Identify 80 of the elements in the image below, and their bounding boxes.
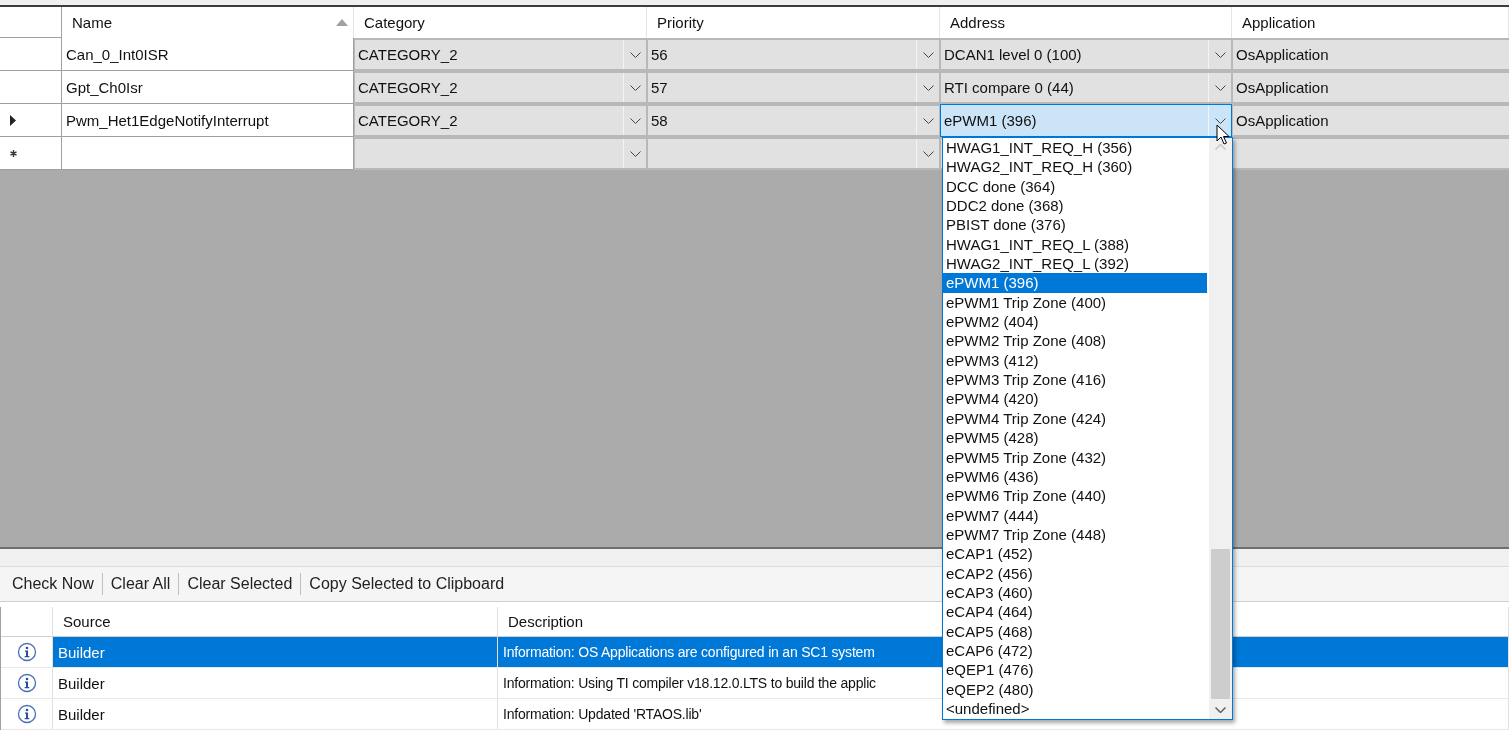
name-cell[interactable]: Can_0_Int0ISR — [62, 38, 354, 71]
caret-icon — [922, 51, 934, 58]
dropdown-option[interactable]: eCAP2 (456) — [943, 563, 1207, 583]
dropdown-option[interactable]: ePWM3 (412) — [943, 350, 1207, 371]
dropdown-option[interactable]: eQEP2 (480) — [943, 679, 1207, 699]
toolbar-button[interactable]: Check Now — [6, 572, 100, 596]
dropdown-option[interactable]: eCAP1 (452) — [943, 544, 1207, 564]
dropdown-option[interactable]: ePWM4 Trip Zone (424) — [943, 408, 1207, 429]
dropdown-option[interactable]: eCAP6 (472) — [943, 640, 1207, 661]
dropdown-option[interactable]: ePWM5 (428) — [943, 428, 1207, 448]
row-header[interactable] — [0, 71, 62, 104]
dropdown-option[interactable]: eCAP3 (460) — [943, 582, 1207, 603]
application-combo[interactable]: OsApplication — [1232, 71, 1509, 104]
address-combo[interactable]: RTI compare 0 (44) — [940, 71, 1232, 104]
info-icon — [16, 642, 37, 662]
name-cell[interactable]: Gpt_Ch0Isr — [62, 71, 354, 104]
current-row-icon — [10, 114, 16, 126]
dropdown-option[interactable]: HWAG2_INT_REQ_H (360) — [943, 157, 1207, 177]
source-cell: Builder — [53, 699, 498, 729]
caret-icon — [1214, 117, 1226, 124]
name-cell[interactable] — [62, 137, 354, 170]
asterisk-icon — [10, 149, 17, 157]
dropdown-option[interactable]: ePWM7 Trip Zone (448) — [943, 524, 1207, 545]
category-combo[interactable]: CATEGORY_2 — [354, 104, 647, 137]
scroll-up-icon[interactable] — [1215, 144, 1226, 150]
toolbar-button[interactable]: Clear All — [104, 572, 177, 596]
caret-icon — [922, 117, 934, 124]
scrollbar-thumb[interactable] — [1211, 549, 1230, 699]
dropdown-option[interactable]: ePWM6 Trip Zone (440) — [943, 486, 1207, 506]
toolbar-button[interactable]: Copy Selected to Clipboard — [303, 572, 511, 596]
dropdown-option[interactable]: DCC done (364) — [943, 176, 1207, 197]
dropdown-option[interactable]: ePWM1 (396) — [943, 273, 1207, 293]
dropdown-option[interactable]: ePWM2 (404) — [943, 312, 1207, 332]
caret-icon — [629, 150, 641, 157]
row-header[interactable] — [0, 104, 62, 137]
dropdown-option[interactable]: eCAP4 (464) — [943, 602, 1207, 622]
dropdown-option[interactable]: ePWM1 Trip Zone (400) — [943, 292, 1207, 313]
row-header[interactable] — [0, 38, 62, 71]
info-icon — [16, 673, 37, 693]
caret-icon — [629, 51, 641, 58]
source-cell: Builder — [53, 668, 498, 698]
dropdown-option[interactable]: HWAG1_INT_REQ_L (388) — [943, 234, 1207, 255]
caret-icon — [629, 117, 641, 124]
dropdown-option[interactable]: ePWM4 (420) — [943, 389, 1207, 409]
dropdown-option[interactable]: <undefined> — [943, 698, 1207, 719]
application-combo[interactable]: OsApplication — [1232, 104, 1509, 137]
dropdown-option[interactable]: PBIST done (376) — [943, 215, 1207, 235]
caret-icon — [922, 84, 934, 91]
toolbar-button[interactable]: Clear Selected — [181, 572, 299, 596]
priority-combo[interactable]: 57 — [647, 71, 940, 104]
caret-icon — [1214, 51, 1226, 58]
dropdown-option[interactable]: ePWM2 Trip Zone (408) — [943, 331, 1207, 351]
caret-icon — [1214, 84, 1226, 91]
address-combo[interactable]: DCAN1 level 0 (100) — [940, 38, 1232, 71]
dropdown-option[interactable]: HWAG1_INT_REQ_H (356) — [943, 138, 1207, 158]
priority-combo[interactable] — [647, 137, 940, 170]
application-combo[interactable] — [1232, 137, 1509, 170]
column-header[interactable]: Source — [53, 607, 498, 636]
dropdown-option[interactable]: HWAG2_INT_REQ_L (392) — [943, 254, 1207, 274]
category-combo[interactable] — [354, 137, 647, 170]
source-cell: Builder — [53, 637, 498, 667]
category-combo[interactable]: CATEGORY_2 — [354, 38, 647, 71]
address-combo[interactable]: ePWM1 (396) — [940, 104, 1232, 137]
row-header[interactable] — [0, 137, 62, 170]
dropdown-option[interactable]: ePWM5 Trip Zone (432) — [943, 447, 1207, 467]
info-icon — [16, 704, 37, 724]
corner-header[interactable] — [0, 7, 62, 38]
dropdown-option[interactable]: ePWM7 (444) — [943, 505, 1207, 525]
dropdown-option[interactable]: ePWM6 (436) — [943, 466, 1207, 487]
category-combo[interactable]: CATEGORY_2 — [354, 71, 647, 104]
priority-combo[interactable]: 56 — [647, 38, 940, 71]
scrollbar[interactable] — [1209, 138, 1232, 719]
dropdown-option[interactable]: DDC2 done (368) — [943, 196, 1207, 216]
application-combo[interactable]: OsApplication — [1232, 38, 1509, 71]
priority-combo[interactable]: 58 — [647, 104, 940, 137]
caret-icon — [629, 84, 641, 91]
name-cell[interactable]: Pwm_Het1EdgeNotifyInterrupt — [62, 104, 354, 137]
dropdown-option[interactable]: ePWM3 Trip Zone (416) — [943, 370, 1207, 390]
caret-icon — [922, 150, 934, 157]
scroll-down-icon[interactable] — [1215, 707, 1226, 713]
